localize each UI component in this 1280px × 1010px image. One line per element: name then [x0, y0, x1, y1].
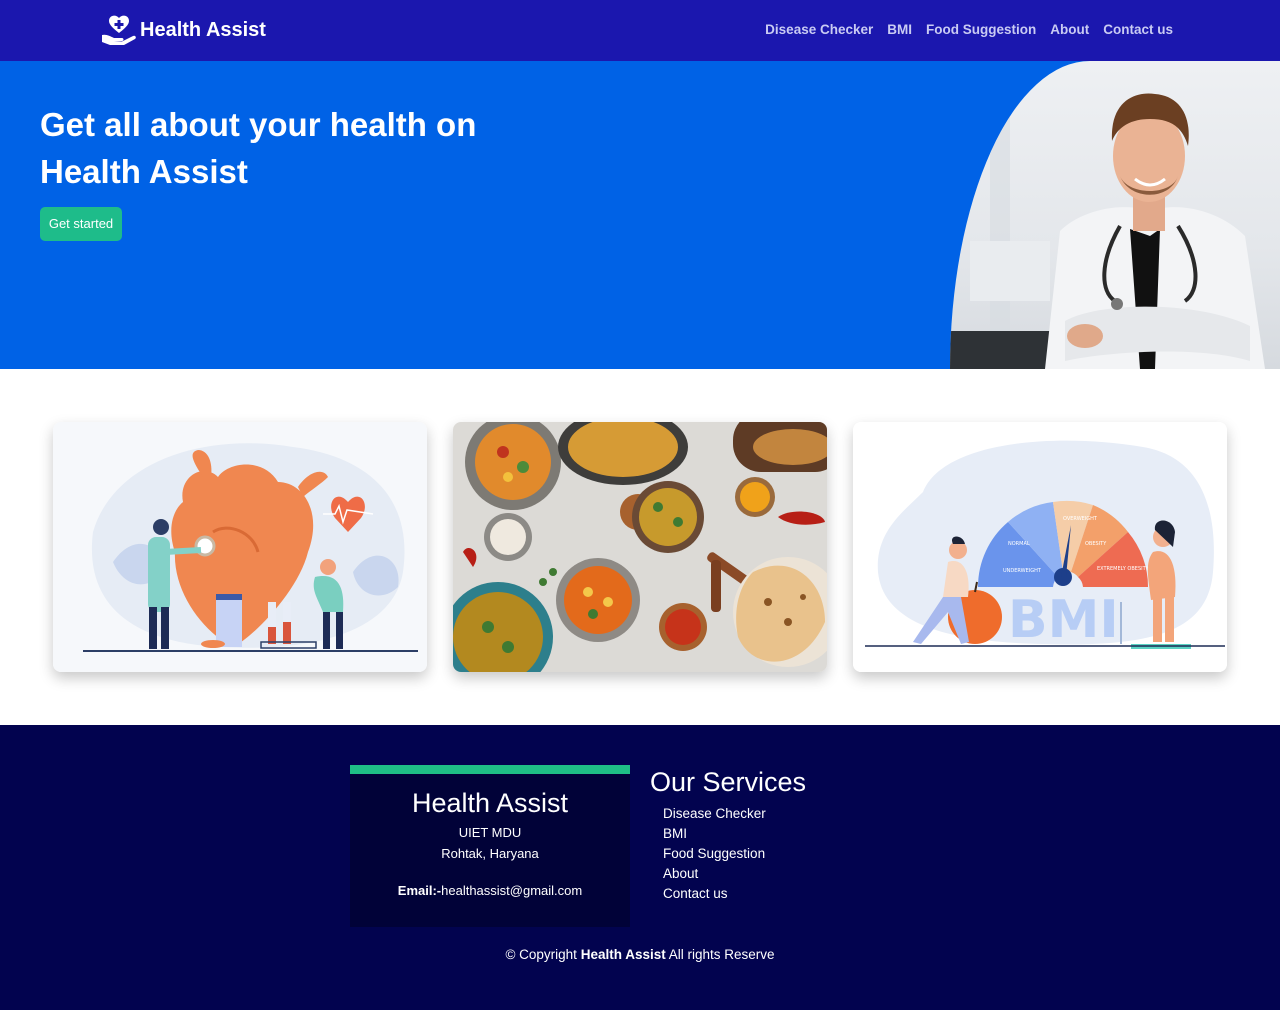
disease-checker-card[interactable] [53, 422, 427, 672]
services-title: Our Services [650, 767, 807, 797]
bmi-label-obesity: OBESITY [1085, 541, 1107, 547]
health-hand-heart-icon [102, 15, 136, 45]
nav-link-about[interactable]: About [1050, 22, 1089, 37]
service-link-bmi[interactable]: BMI [663, 824, 806, 844]
feature-cards: UNDERWEIGHT NORMAL OVERWEIGHT OBESITY EX… [0, 369, 1280, 725]
service-link-contact-us[interactable]: Contact us [663, 884, 806, 904]
email-line: Email:-healthassist@gmail.com [350, 883, 630, 898]
heart-health-illustration [53, 422, 427, 672]
service-link-food-suggestion[interactable]: Food Suggestion [663, 844, 806, 864]
services-list: Disease Checker BMI Food Suggestion Abou… [663, 804, 806, 904]
footer-brand-title: Health Assist [411, 788, 569, 818]
food-suggestion-card[interactable] [453, 422, 827, 672]
nav-menu: Disease Checker BMI Food Suggestion Abou… [765, 22, 1173, 37]
nav-link-contact-us[interactable]: Contact us [1103, 22, 1173, 37]
email-address[interactable]: healthassist@gmail.com [441, 883, 582, 898]
address-line-1: UIET MDU [458, 825, 522, 840]
email-label: Email:- [397, 883, 442, 898]
copyright-prefix: © Copyright [505, 947, 577, 962]
bmi-illustration: UNDERWEIGHT NORMAL OVERWEIGHT OBESITY EX… [853, 422, 1227, 672]
get-started-button[interactable]: Get started [40, 207, 122, 241]
copyright-suffix: All rights Reserve [668, 947, 775, 962]
indian-food-photo [453, 422, 827, 672]
navbar: Health Assist Disease Checker BMI Food S… [0, 0, 1280, 61]
bmi-label-underweight: UNDERWEIGHT [1003, 568, 1042, 574]
bmi-label-normal: NORMAL [1008, 541, 1030, 547]
copyright-brand: Health Assist [580, 947, 666, 962]
service-link-about[interactable]: About [663, 864, 806, 884]
nav-link-food-suggestion[interactable]: Food Suggestion [926, 22, 1036, 37]
bmi-label-overweight: OVERWEIGHT [1063, 516, 1098, 522]
nav-link-bmi[interactable]: BMI [887, 22, 912, 37]
brand-link[interactable]: Health Assist [100, 14, 266, 46]
doctor-photo [950, 61, 1280, 369]
bmi-big-text: BMI [1008, 590, 1119, 650]
brand-name: Health Assist [140, 18, 266, 41]
hero-section: Get all about your health on Health Assi… [0, 61, 1280, 369]
hero-title: Get all about your health on Health Assi… [40, 106, 477, 190]
nav-link-disease-checker[interactable]: Disease Checker [765, 22, 873, 37]
bmi-card[interactable]: UNDERWEIGHT NORMAL OVERWEIGHT OBESITY EX… [853, 422, 1227, 672]
copyright: © Copyright Health Assist All rights Res… [0, 947, 1280, 962]
footer: Health Assist UIET MDU Rohtak, Haryana E… [0, 725, 1280, 1010]
service-link-disease-checker[interactable]: Disease Checker [663, 804, 806, 824]
address-line-2: Rohtak, Haryana [441, 846, 539, 861]
contact-info-box: Health Assist UIET MDU Rohtak, Haryana E… [350, 765, 630, 927]
services-section: Our Services Disease Checker BMI Food Su… [650, 767, 806, 904]
bmi-label-extremely-obesity: EXTREMELY OBESITY [1097, 566, 1150, 572]
